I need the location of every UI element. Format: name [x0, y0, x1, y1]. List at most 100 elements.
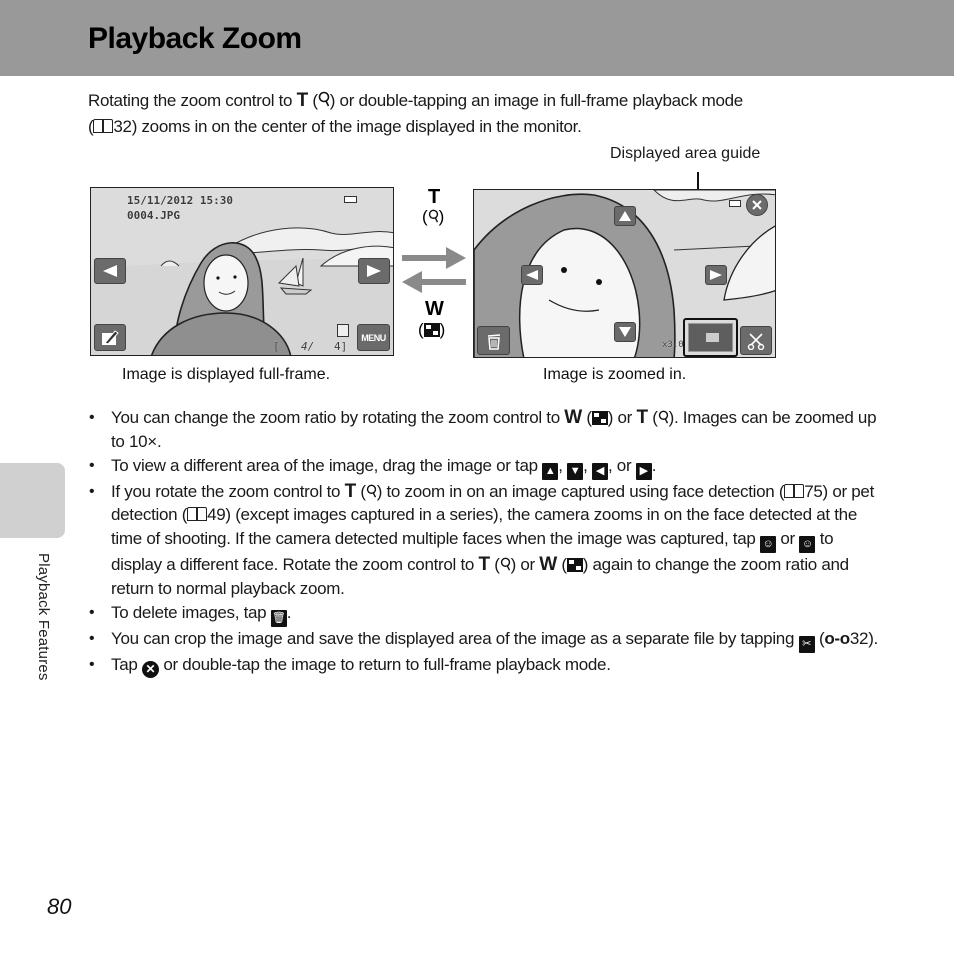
zoom-direction-arrows — [402, 247, 466, 293]
book-icon — [187, 507, 208, 522]
scroll-up-button[interactable] — [614, 206, 636, 226]
protect-info-icon — [337, 324, 349, 337]
magnifier-icon — [658, 410, 668, 424]
left-arrow-icon — [103, 265, 117, 277]
list-item: You can change the zoom ratio by rotatin… — [88, 406, 878, 454]
scroll-right-button[interactable] — [705, 265, 727, 285]
previous-image-button[interactable] — [94, 258, 126, 284]
full-frame-caption: Image is displayed full-frame. — [122, 366, 331, 383]
full-frame-screen: 15/11/2012 15:30 0004.JPG MENU [ 4/ 4] — [90, 187, 394, 356]
date-time-readout: 15/11/2012 15:30 — [127, 194, 233, 207]
scissors-icon: ✂ — [798, 635, 815, 653]
item-text: , or — [607, 455, 636, 475]
right-arrow-icon — [367, 265, 381, 277]
down-arrow-icon: ▼ — [567, 462, 584, 480]
down-arrow-icon — [619, 327, 631, 337]
guide-visible-area — [706, 333, 719, 342]
list-item: If you rotate the zoom control to T () t… — [88, 480, 878, 601]
close-icon — [752, 200, 762, 210]
item-text: ( — [355, 481, 366, 501]
item-text: ) to zoom in on an image captured using … — [376, 481, 785, 501]
item-text: , — [583, 455, 592, 475]
intro-text: ) or double-tapping an image in full-fra… — [329, 91, 743, 110]
up-arrow-icon: ▲ — [542, 462, 559, 480]
item-text: . — [651, 455, 657, 475]
page-reference[interactable]: 32 — [850, 629, 869, 648]
item-text: or — [775, 529, 800, 549]
tele-label: T — [428, 186, 441, 208]
scroll-down-button[interactable] — [614, 322, 636, 342]
scissors-icon — [747, 332, 765, 350]
section-tab — [0, 463, 65, 538]
counter-total: 4] — [334, 340, 348, 353]
item-text: You can crop the image and save the disp… — [111, 628, 799, 648]
right-arrow-icon: ▶ — [635, 462, 652, 480]
wide-label: W — [425, 298, 444, 320]
left-arrow-icon — [526, 270, 538, 280]
page-reference[interactable]: 75 — [804, 482, 823, 501]
list-item: Tap ✕ or double-tap the image to return … — [88, 653, 878, 678]
up-arrow-icon — [619, 211, 631, 221]
item-text: ( — [647, 408, 658, 427]
filename-readout: 0004.JPG — [127, 209, 180, 222]
section-label: Playback Features — [35, 553, 52, 681]
next-image-button[interactable] — [358, 258, 390, 284]
reference-section-icon: o-o — [824, 628, 850, 648]
delete-button[interactable] — [477, 326, 510, 355]
page-reference[interactable]: 49 — [207, 505, 226, 524]
item-text: ( — [489, 555, 500, 575]
zoom-in-arrow — [402, 247, 466, 269]
battery-icon — [344, 196, 357, 203]
displayed-area-guide — [683, 318, 738, 357]
magnifier-icon — [318, 91, 330, 115]
scroll-left-button[interactable] — [521, 265, 543, 285]
item-text: . — [286, 602, 292, 622]
list-item: To view a different area of the image, d… — [88, 454, 878, 480]
displayed-area-guide-caption: Displayed area guide — [610, 145, 761, 162]
thumbnail-grid-icon — [566, 558, 583, 573]
zoom-out-arrow — [402, 271, 466, 293]
page-reference[interactable]: 32 — [113, 117, 132, 136]
retouch-icon — [102, 329, 119, 345]
item-text: ) or — [510, 555, 540, 575]
list-item: You can crop the image and save the disp… — [88, 627, 878, 653]
zoomed-caption: Image is zoomed in. — [543, 366, 687, 383]
intro-text: ) zooms in on the center of the image di… — [131, 116, 582, 136]
item-text: You can change the zoom ratio by rotatin… — [111, 408, 565, 427]
thumbnail-grid-icon — [591, 411, 608, 425]
tele-label: T — [344, 480, 357, 502]
edit-button[interactable] — [94, 324, 126, 351]
intro-text: Rotating the zoom control to — [88, 91, 297, 110]
previous-face-icon: ☺ — [759, 536, 776, 554]
item-text: ) or — [607, 408, 637, 427]
left-arrow-icon: ◀ — [591, 462, 608, 480]
right-arrow-icon — [710, 270, 722, 280]
tele-label: T — [296, 90, 309, 111]
tele-label: T — [478, 554, 490, 576]
book-icon — [93, 118, 114, 133]
page-number: 80 — [47, 894, 72, 919]
item-text: ( — [556, 555, 567, 575]
book-icon — [784, 483, 805, 498]
intro-text: ( — [307, 91, 318, 110]
intro-paragraph: Rotating the zoom control to T ( ) or dou… — [88, 89, 878, 138]
page-title: Playback Zoom — [88, 22, 302, 55]
close-button[interactable] — [746, 194, 768, 216]
header-bar: Playback Zoom — [0, 0, 954, 76]
crop-button[interactable] — [740, 326, 772, 355]
list-item: To delete images, tap 🗑. — [88, 601, 878, 627]
zoomed-screen: x3.0 — [473, 189, 776, 358]
item-text: To view a different area of the image, d… — [111, 455, 543, 475]
item-text: , — [558, 455, 568, 475]
battery-icon — [729, 200, 741, 207]
item-text: ). — [868, 628, 878, 648]
item-text: Tap — [111, 654, 142, 674]
trash-icon — [487, 333, 500, 350]
magnifier-icon — [428, 209, 438, 223]
menu-button[interactable]: MENU — [357, 324, 390, 351]
close-icon: ✕ — [141, 660, 159, 678]
zoom-ratio-readout: x3.0 — [662, 340, 684, 350]
instruction-list: You can change the zoom ratio by rotatin… — [88, 406, 878, 678]
item-text: or double-tap the image to return to ful… — [158, 654, 611, 674]
wide-icon-wrapper: () — [418, 320, 446, 339]
